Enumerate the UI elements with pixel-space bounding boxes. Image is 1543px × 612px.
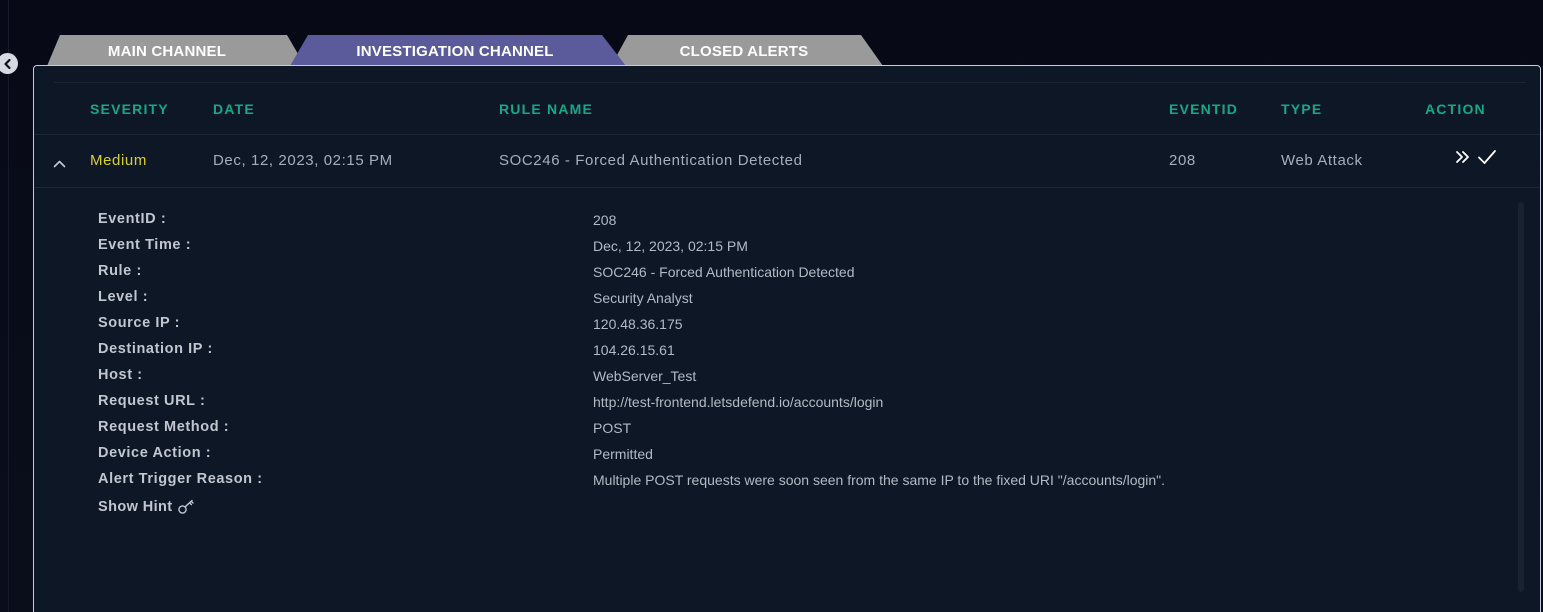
detail-label-host: Host : bbox=[98, 367, 143, 383]
show-hint-label: Show Hint bbox=[98, 499, 173, 515]
table-header: SEVERITY DATE RULE NAME EVENTID TYPE ACT… bbox=[34, 84, 1540, 135]
chevron-left-icon bbox=[3, 58, 11, 69]
detail-label-request-url: Request URL : bbox=[98, 393, 206, 409]
detail-label-request-method: Request Method : bbox=[98, 419, 230, 435]
header-eventid[interactable]: EVENTID bbox=[1169, 101, 1238, 117]
detail-label-alert-trigger-reason: Alert Trigger Reason : bbox=[98, 471, 263, 487]
row-rule-name: SOC246 - Forced Authentication Detected bbox=[499, 152, 803, 169]
tab-investigation-channel[interactable]: INVESTIGATION CHANNEL bbox=[290, 35, 630, 66]
tab-main-channel[interactable]: MAIN CHANNEL bbox=[47, 35, 305, 66]
detail-value-rule: SOC246 - Forced Authentication Detected bbox=[593, 264, 855, 280]
tab-closed-alerts-label: CLOSED ALERTS bbox=[679, 42, 809, 60]
detail-label-destination-ip: Destination IP : bbox=[98, 341, 213, 357]
header-date[interactable]: DATE bbox=[213, 101, 255, 117]
double-chevron-right-icon[interactable] bbox=[1455, 150, 1471, 169]
collapse-row-icon[interactable] bbox=[53, 155, 66, 173]
header-type[interactable]: TYPE bbox=[1281, 101, 1322, 117]
detail-value-source-ip: 120.48.36.175 bbox=[593, 316, 683, 332]
header-severity[interactable]: SEVERITY bbox=[90, 101, 169, 117]
row-eventid: 208 bbox=[1169, 152, 1196, 169]
detail-value-eventid: 208 bbox=[593, 212, 617, 228]
detail-label-device-action: Device Action : bbox=[98, 445, 212, 461]
table-row[interactable]: Medium Dec, 12, 2023, 02:15 PM SOC246 - … bbox=[34, 135, 1540, 188]
tab-closed-alerts[interactable]: CLOSED ALERTS bbox=[611, 35, 883, 66]
collapse-sidebar-button[interactable] bbox=[0, 53, 18, 74]
detail-value-destination-ip: 104.26.15.61 bbox=[593, 342, 675, 358]
key-icon bbox=[178, 499, 195, 514]
detail-value-request-url: http://test-frontend.letsdefend.io/accou… bbox=[593, 394, 884, 410]
detail-label-source-ip: Source IP : bbox=[98, 315, 181, 331]
details-scrollbar[interactable] bbox=[1518, 202, 1524, 592]
detail-value-host: WebServer_Test bbox=[593, 368, 697, 384]
show-hint-button[interactable]: Show Hint bbox=[98, 499, 195, 515]
sidebar-edge bbox=[8, 0, 9, 612]
row-actions bbox=[1455, 149, 1497, 170]
detail-label-eventid: EventID : bbox=[98, 211, 167, 227]
row-date: Dec, 12, 2023, 02:15 PM bbox=[213, 152, 393, 169]
tab-main-channel-label: MAIN CHANNEL bbox=[107, 42, 227, 60]
alert-details: EventID : 208 Event Time : Dec, 12, 2023… bbox=[34, 188, 1540, 612]
row-severity: Medium bbox=[90, 152, 147, 169]
channel-tabs: MAIN CHANNEL CLOSED ALERTS INVESTIGATION… bbox=[47, 35, 907, 66]
detail-value-level: Security Analyst bbox=[593, 290, 693, 306]
detail-value-event-time: Dec, 12, 2023, 02:15 PM bbox=[593, 238, 748, 254]
app-root: MAIN CHANNEL CLOSED ALERTS INVESTIGATION… bbox=[0, 0, 1543, 612]
tab-investigation-channel-label: INVESTIGATION CHANNEL bbox=[356, 42, 554, 60]
detail-value-device-action: Permitted bbox=[593, 446, 653, 462]
detail-label-event-time: Event Time : bbox=[98, 237, 192, 253]
row-type: Web Attack bbox=[1281, 152, 1363, 169]
detail-label-level: Level : bbox=[98, 289, 149, 305]
header-action: ACTION bbox=[1425, 101, 1486, 117]
checkmark-icon[interactable] bbox=[1477, 149, 1497, 170]
detail-value-alert-trigger-reason: Multiple POST requests were soon seen fr… bbox=[593, 472, 1166, 488]
panel-divider bbox=[54, 82, 1526, 83]
alerts-panel: SEVERITY DATE RULE NAME EVENTID TYPE ACT… bbox=[33, 65, 1541, 612]
header-rule-name[interactable]: RULE NAME bbox=[499, 101, 593, 117]
detail-label-rule: Rule : bbox=[98, 263, 142, 279]
detail-value-request-method: POST bbox=[593, 420, 632, 436]
